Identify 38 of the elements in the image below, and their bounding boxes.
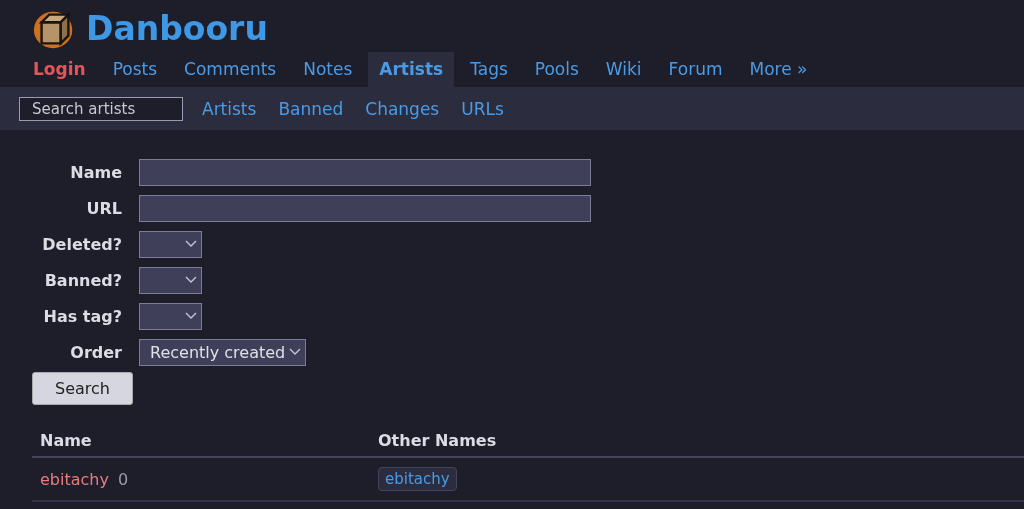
field-label: Deleted? <box>41 234 122 254</box>
artist-link[interactable]: ebitachy <box>40 469 109 489</box>
nav-link[interactable]: Artists <box>368 52 455 87</box>
subnav-link[interactable]: Artists <box>202 98 257 119</box>
nav-link[interactable]: Pools <box>523 52 590 87</box>
field-label: Name <box>69 162 122 182</box>
nav-link[interactable]: Forum <box>657 52 734 87</box>
chevron-down-icon <box>289 348 302 356</box>
field-label: URL <box>85 198 122 218</box>
subnav-link[interactable]: URLs <box>461 98 504 119</box>
select-field[interactable] <box>139 266 202 294</box>
field-label: Has tag? <box>42 306 122 326</box>
nav-link[interactable]: Notes <box>292 52 364 87</box>
chevron-down-icon <box>185 276 197 284</box>
nav-link[interactable]: Login <box>22 52 97 87</box>
post-count: 0 <box>118 469 129 489</box>
field-label: Order <box>69 342 122 362</box>
field-label: Banned? <box>43 270 122 290</box>
select-field[interactable] <box>139 230 202 258</box>
chevron-down-icon <box>185 312 197 320</box>
select-field[interactable]: Recently created <box>139 338 307 366</box>
column-header: Other Names <box>378 431 497 450</box>
chevron-down-icon <box>185 240 197 248</box>
column-header: Name <box>40 431 92 450</box>
subnav-link[interactable]: Changes <box>365 98 440 119</box>
search-button[interactable]: Search <box>32 372 133 405</box>
search-field[interactable]: Search artists <box>19 96 183 121</box>
nav-link[interactable]: More » <box>738 52 819 87</box>
input-field[interactable] <box>139 158 591 186</box>
nav-link[interactable]: Comments <box>173 52 288 87</box>
site-title[interactable]: Danbooru <box>86 8 268 48</box>
select-field[interactable] <box>139 302 202 330</box>
nav-link[interactable]: Wiki <box>594 52 653 87</box>
nav-link[interactable]: Tags <box>459 52 519 87</box>
subnav-link[interactable]: Banned <box>278 98 344 119</box>
other-name-tag[interactable]: ebitachy <box>378 467 457 491</box>
input-field[interactable] <box>139 194 591 222</box>
nav-link[interactable]: Posts <box>101 52 169 87</box>
